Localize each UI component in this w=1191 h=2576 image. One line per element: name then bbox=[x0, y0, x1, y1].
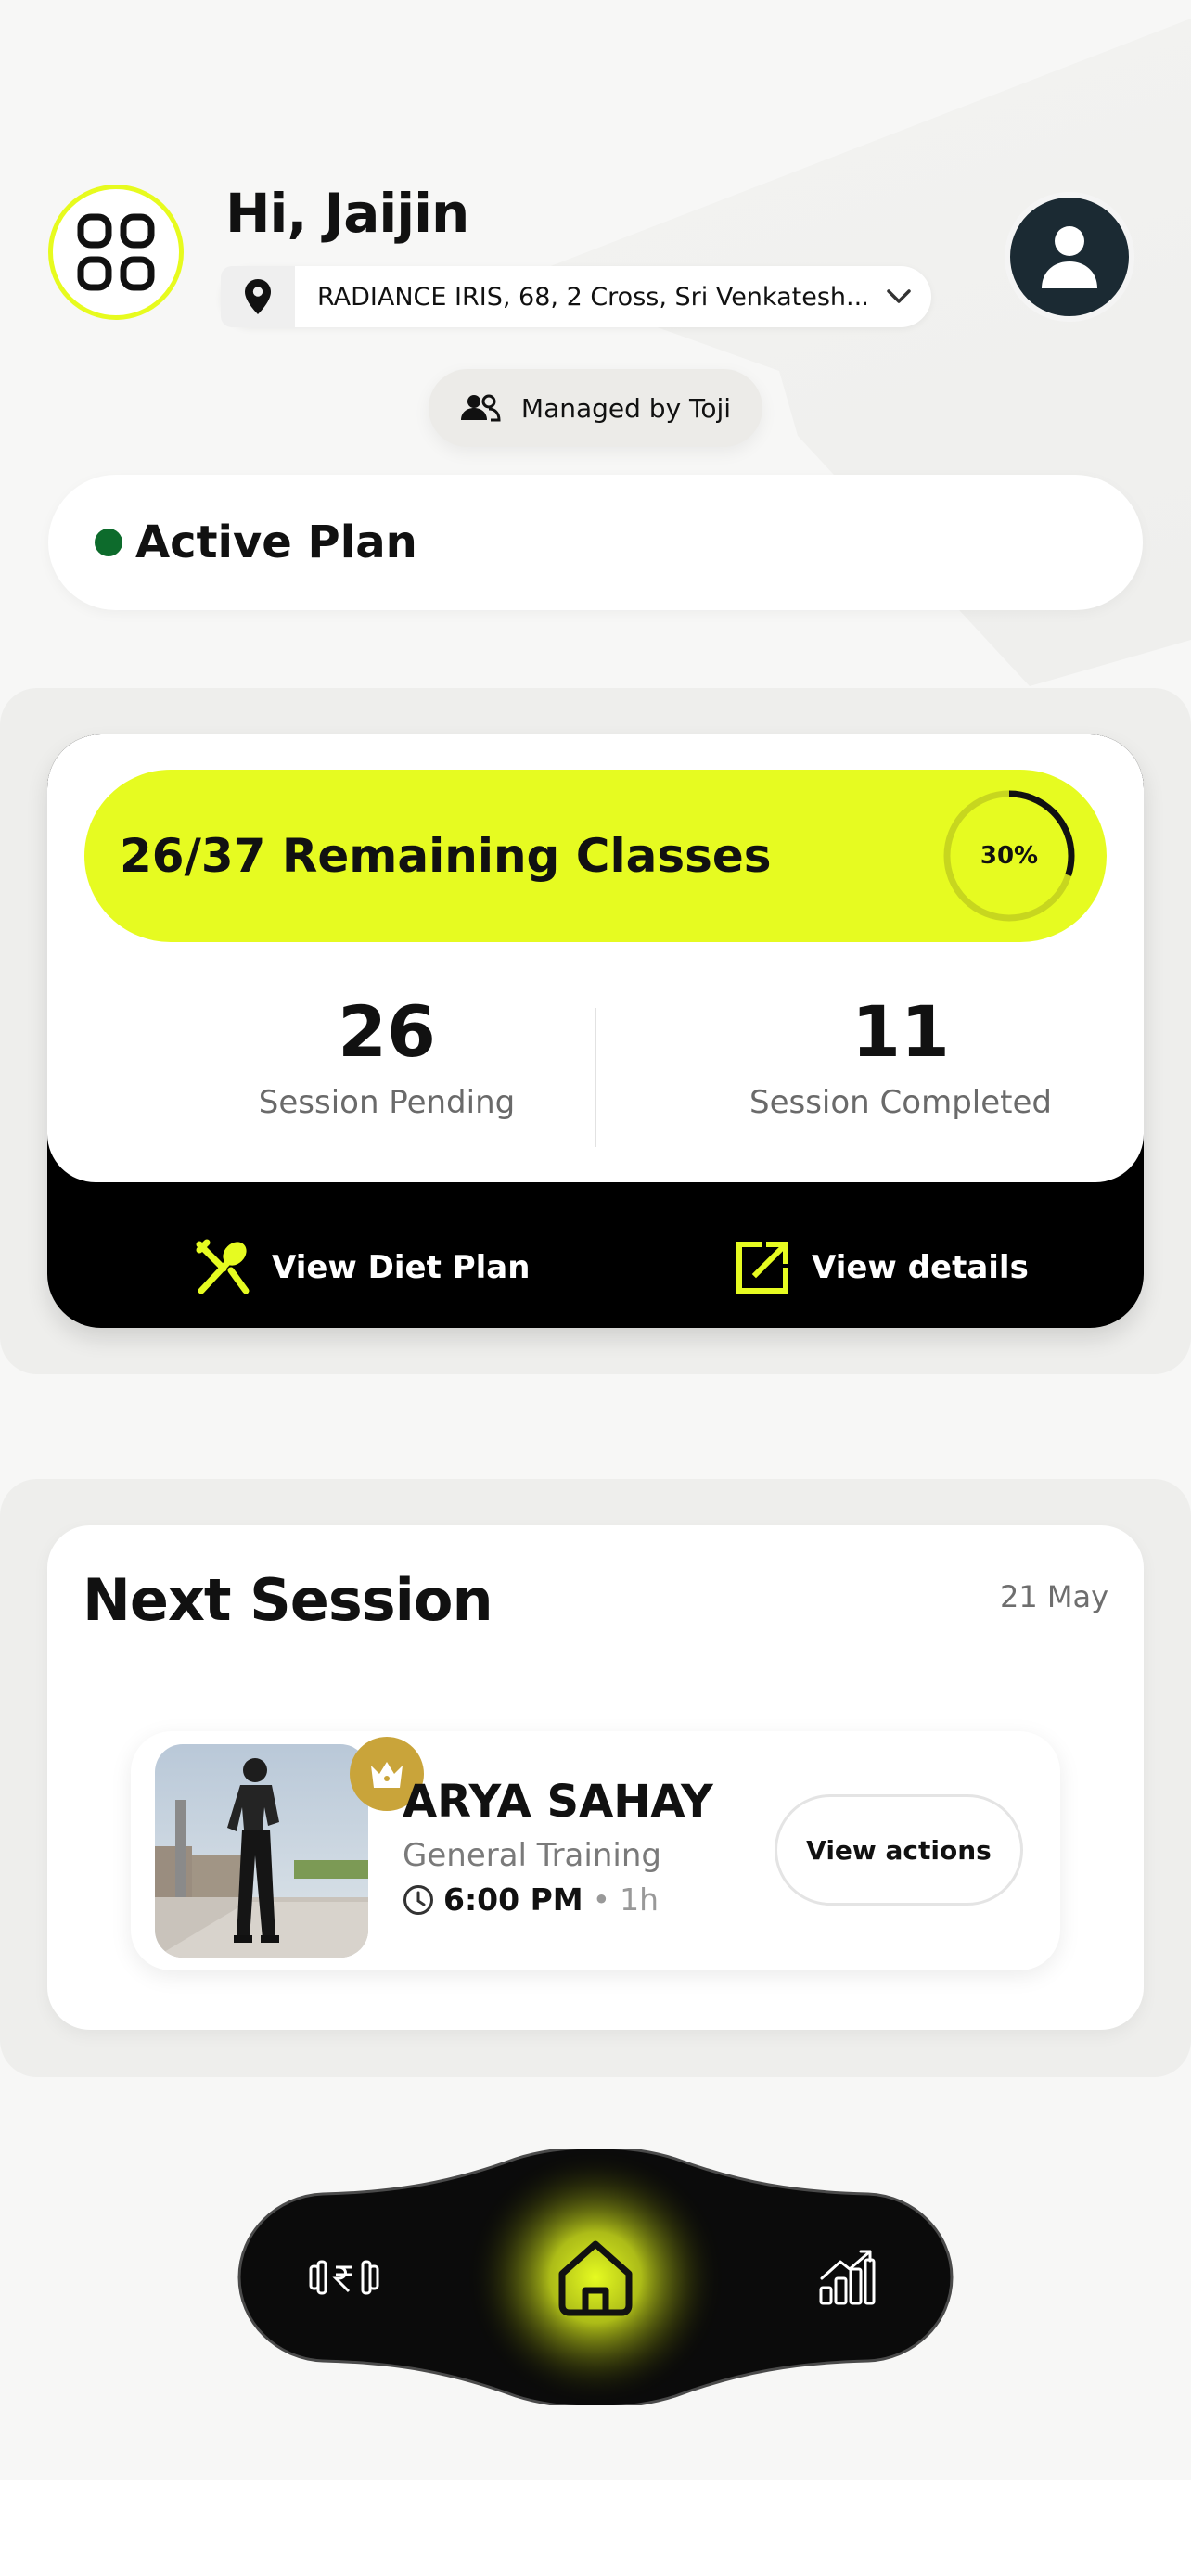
view-actions-button[interactable]: View actions bbox=[775, 1794, 1023, 1906]
apps-menu-button[interactable] bbox=[48, 185, 184, 320]
chevron-down-icon bbox=[866, 288, 931, 305]
home-icon bbox=[558, 2240, 633, 2316]
completed-stat: 11 Session Completed bbox=[678, 990, 1123, 1122]
remaining-classes-text: 26/37 Remaining Classes bbox=[120, 829, 772, 883]
remaining-classes-pill: 26/37 Remaining Classes 30% bbox=[84, 770, 1107, 942]
view-diet-plan-label: View Diet Plan bbox=[272, 1249, 531, 1286]
bottom-navigation bbox=[237, 2149, 954, 2405]
dumbbell-rupee-icon bbox=[309, 2260, 379, 2295]
view-diet-plan-button[interactable]: View Diet Plan bbox=[194, 1221, 530, 1314]
session-duration: 1h bbox=[620, 1881, 659, 1918]
trainer-name: ARYA SAHAY bbox=[403, 1776, 713, 1828]
nav-home[interactable] bbox=[540, 2222, 651, 2333]
status-dot bbox=[95, 529, 122, 556]
active-plan-label: Active Plan bbox=[135, 516, 417, 568]
nav-workout-payments[interactable] bbox=[302, 2242, 386, 2313]
pending-count: 26 bbox=[338, 990, 436, 1073]
managed-by-badge[interactable]: Managed by Toji bbox=[429, 369, 762, 447]
crown-icon bbox=[371, 1762, 403, 1788]
completed-count: 11 bbox=[852, 990, 950, 1073]
session-time-row: 6:00 PM • 1h bbox=[403, 1881, 659, 1918]
trainer-session-item[interactable]: ARYA SAHAY General Training 6:00 PM • 1h… bbox=[131, 1731, 1060, 1970]
bottom-strip bbox=[0, 2480, 1191, 2576]
location-address: RADIANCE IRIS, 68, 2 Cross, Sri Venkates… bbox=[317, 282, 866, 312]
profile-avatar-button[interactable] bbox=[1005, 192, 1134, 322]
next-session-card: Next Session 21 May ARYA SAHAY General T… bbox=[47, 1525, 1144, 2030]
session-time: 6:00 PM bbox=[443, 1881, 583, 1918]
training-type: General Training bbox=[403, 1837, 661, 1874]
pending-stat: 26 Session Pending bbox=[164, 990, 609, 1122]
pending-label: Session Pending bbox=[258, 1084, 516, 1121]
progress-percent-label: 30% bbox=[980, 842, 1039, 870]
grid-menu-icon bbox=[77, 213, 155, 291]
location-selector[interactable]: RADIANCE IRIS, 68, 2 Cross, Sri Venkates… bbox=[221, 266, 931, 327]
stat-divider bbox=[595, 1008, 596, 1147]
plan-card: 26/37 Remaining Classes 30% 26 Session P… bbox=[47, 734, 1144, 1328]
user-icon bbox=[1042, 226, 1097, 288]
trainer-photo bbox=[155, 1744, 368, 1958]
view-details-button[interactable]: View details bbox=[734, 1221, 1029, 1314]
managed-by-label: Managed by Toji bbox=[520, 392, 732, 424]
view-details-label: View details bbox=[812, 1249, 1029, 1286]
progress-ring: 30% bbox=[941, 788, 1077, 924]
location-pin-wrap bbox=[221, 266, 295, 327]
next-session-title: Next Session bbox=[83, 1566, 493, 1634]
next-session-date: 21 May bbox=[999, 1579, 1108, 1614]
fork-spoon-icon bbox=[196, 1239, 250, 1294]
nav-stats[interactable] bbox=[809, 2240, 885, 2315]
greeting-title: Hi, Jaijin bbox=[225, 182, 469, 245]
active-plan-banner[interactable]: Active Plan bbox=[48, 475, 1143, 610]
completed-label: Session Completed bbox=[749, 1084, 1052, 1121]
location-pin-icon bbox=[245, 279, 271, 314]
time-separator: • bbox=[592, 1881, 611, 1918]
plan-summary: 26/37 Remaining Classes 30% 26 Session P… bbox=[47, 734, 1144, 1182]
stats-chart-icon bbox=[819, 2250, 876, 2305]
external-link-icon bbox=[736, 1242, 788, 1294]
clock-icon bbox=[403, 1884, 433, 1915]
group-icon bbox=[460, 394, 501, 422]
